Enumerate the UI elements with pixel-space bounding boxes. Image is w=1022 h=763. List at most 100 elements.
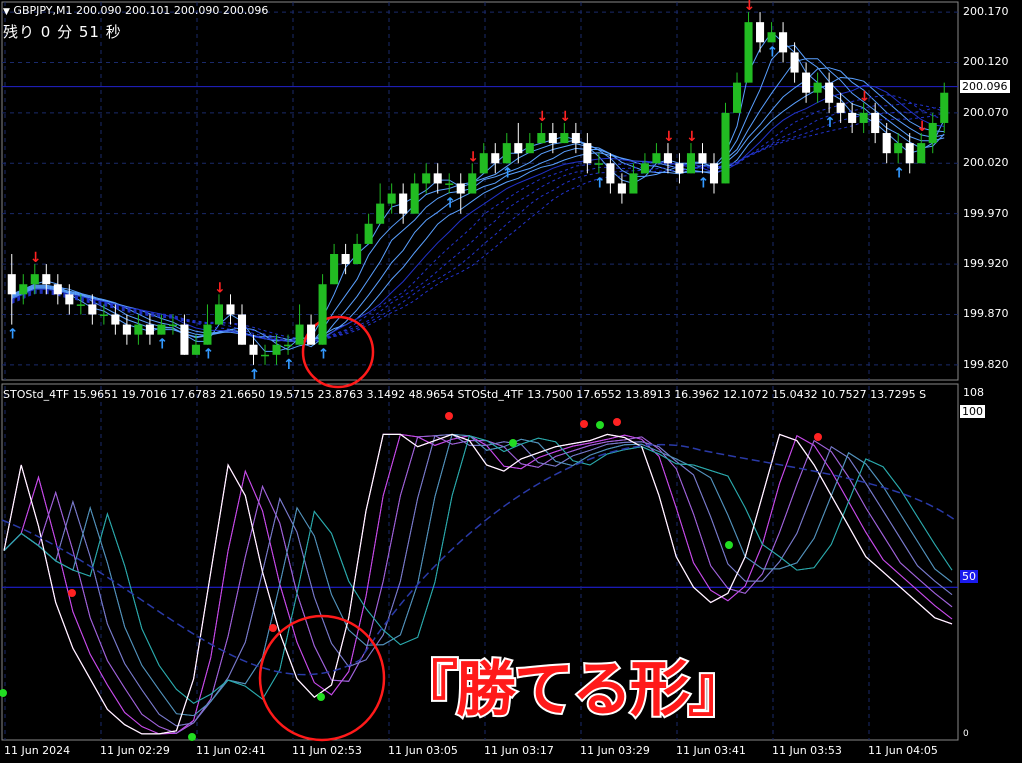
time-axis-label: 11 Jun 03:29 (580, 744, 650, 757)
bear-candle (65, 294, 74, 305)
time-axis-label: 11 Jun 2024 (4, 744, 71, 757)
countdown-timer: 残り 0 分 51 秒 (3, 23, 122, 41)
bull-candle (859, 112, 868, 123)
down-arrow-icon: ↓ (214, 280, 226, 296)
price-axis-label: 200.070 (963, 105, 1009, 119)
bull-candle (479, 153, 488, 174)
ma-ribbon-line (11, 58, 945, 348)
down-arrow-icon: ↓ (859, 89, 871, 105)
bull-candle (376, 203, 385, 224)
down-arrow-icon: ↓ (916, 119, 928, 135)
bear-candle (456, 183, 465, 194)
bull-candle (917, 143, 926, 164)
bear-candle (111, 314, 120, 325)
triangle-down-icon[interactable]: ▼ (3, 7, 10, 17)
up-arrow-icon: ↑ (893, 165, 905, 181)
bull-candle (537, 133, 546, 144)
bull-candle (168, 324, 177, 327)
bear-candle (226, 304, 235, 315)
bear-candle (836, 102, 845, 113)
bear-candle (399, 193, 408, 214)
bear-candle (145, 324, 154, 335)
bear-candle (848, 112, 857, 123)
bull-candle (19, 284, 28, 295)
up-arrow-icon: ↑ (697, 175, 709, 191)
price-axis-label: 200.020 (963, 156, 1009, 170)
ma-ribbon-line (11, 106, 945, 343)
ma-ribbon-line (11, 76, 945, 342)
bull-candle (813, 82, 822, 93)
bear-candle (905, 143, 914, 164)
bull-candle (76, 304, 85, 306)
bull-candle (652, 153, 661, 164)
buy-signal-dot (509, 439, 517, 447)
bull-candle (387, 193, 396, 204)
indicator-mid-badge: 50 (960, 570, 978, 583)
indicator-max-badge: 100 (960, 405, 985, 418)
bear-candle (882, 133, 891, 154)
bull-candle (525, 143, 534, 154)
indicator-axis-bottom: 0 (963, 729, 969, 739)
bull-candle (30, 274, 39, 285)
ma-ribbon-line (11, 112, 945, 341)
highlight-circle-indicator (258, 614, 386, 742)
bear-candle (790, 52, 799, 73)
bear-candle (249, 344, 258, 355)
bull-candle (364, 223, 373, 244)
time-axis-label: 11 Jun 03:41 (676, 744, 746, 757)
bull-candle (629, 173, 638, 194)
bull-candle (284, 344, 293, 347)
bull-candle (214, 304, 224, 325)
down-arrow-icon: ↓ (559, 109, 571, 125)
bull-candle (99, 314, 108, 316)
bull-candle (157, 324, 166, 335)
bear-candle (871, 112, 880, 134)
sell-signal-dot (613, 418, 621, 426)
bear-candle (180, 324, 189, 355)
bull-candle (560, 133, 569, 144)
down-arrow-icon: ↓ (686, 129, 698, 145)
time-axis-label: 11 Jun 02:53 (292, 744, 362, 757)
sell-signal-dot (814, 433, 822, 441)
price-axis-label: 199.870 (963, 307, 1009, 321)
up-arrow-icon: ↑ (249, 367, 261, 383)
bull-candle (928, 122, 937, 144)
bull-candle (894, 143, 903, 154)
price-axis-label: 199.970 (963, 206, 1009, 220)
up-arrow-icon: ↑ (202, 347, 214, 363)
symbol-info: GBPJPY,M1 200.090 200.101 200.090 200.09… (13, 4, 269, 17)
annotation-text: 『勝てる形』 (396, 653, 750, 727)
price-axis-label: 199.920 (963, 257, 1009, 271)
buy-signal-dot (596, 421, 604, 429)
up-arrow-icon: ↑ (156, 337, 168, 353)
sell-signal-dot (68, 589, 76, 597)
bull-candle (295, 324, 304, 345)
bull-candle (191, 344, 200, 355)
time-axis-label: 11 Jun 02:29 (100, 744, 170, 757)
bear-candle (122, 324, 131, 335)
bull-candle (502, 143, 511, 164)
bear-candle (7, 274, 16, 295)
bull-candle (721, 112, 730, 184)
bull-candle (318, 284, 327, 345)
up-arrow-icon: ↑ (7, 327, 19, 343)
ma-ribbon-line (11, 94, 945, 343)
bear-candle (548, 133, 557, 144)
bull-candle (410, 183, 419, 214)
bear-candle (491, 153, 500, 164)
price-axis-label: 200.120 (963, 55, 1009, 69)
bear-candle (583, 143, 592, 164)
down-arrow-icon: ↓ (30, 250, 42, 266)
bear-candle (698, 153, 707, 164)
chart-canvas[interactable]: ↑ ↑ ↑ ↑ ↑ ↑ ↑ ↑ ↑ ↑ ↑ ↑ ↑ ↓ ↓ ↓ ↓ ↓ ↓ ↓ ↓ ↓ ↓ (0, 0, 1022, 763)
bull-candle (468, 173, 477, 194)
bull-candle (744, 22, 753, 83)
ma-ribbon-line (11, 67, 945, 342)
bull-candle (272, 344, 281, 355)
bear-candle (53, 284, 62, 295)
indicator-header: STOStd_4TF 15.9651 19.7016 17.6783 21.66… (3, 388, 927, 401)
bear-candle (307, 324, 316, 345)
price-axis-label: 200.170 (963, 5, 1009, 19)
sell-signal-dot (445, 412, 453, 420)
bear-candle (606, 163, 615, 184)
